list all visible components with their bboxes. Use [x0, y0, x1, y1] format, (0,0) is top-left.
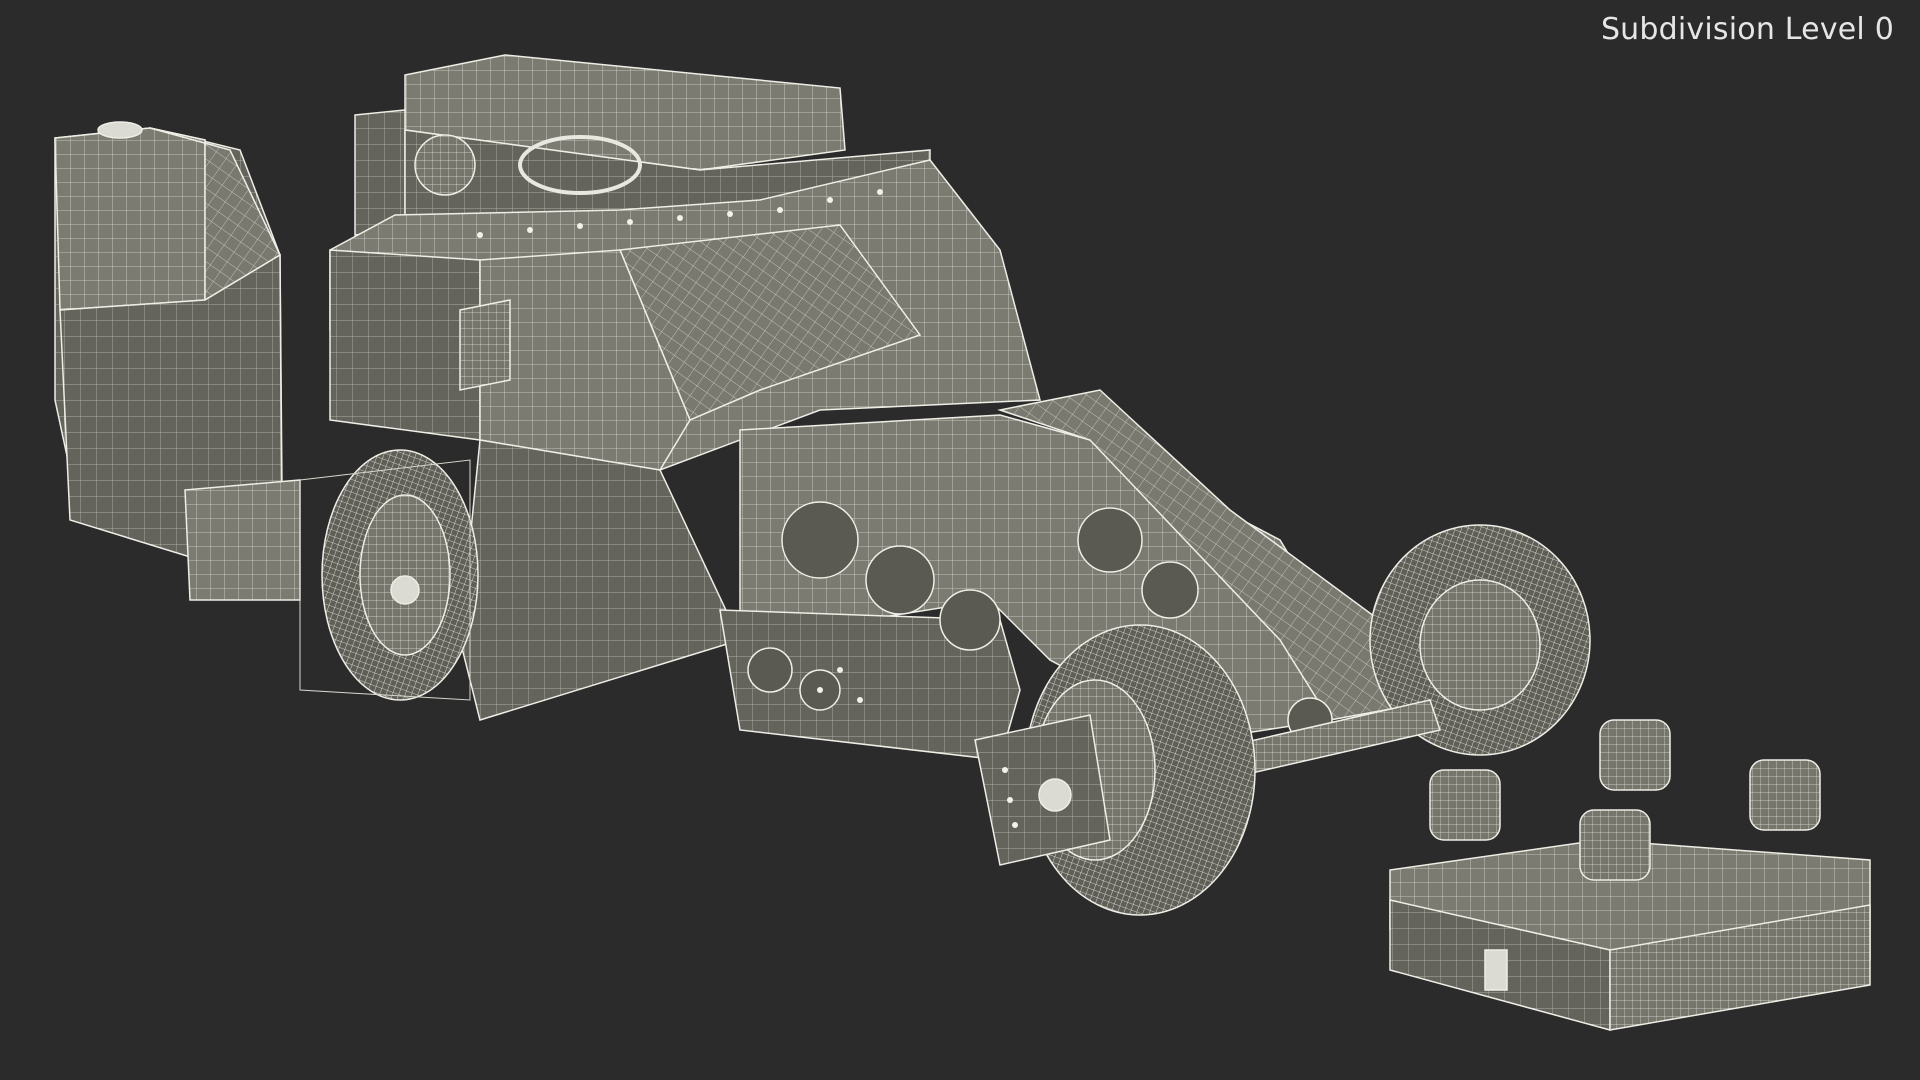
tow-cradle	[1389, 719, 1871, 1031]
3d-viewport[interactable]: Subdivision Level 0	[0, 0, 1920, 1080]
rear-left-wheel	[299, 449, 479, 701]
front-left-wheel	[974, 624, 1256, 916]
wireframe-tug-model	[54, 54, 1871, 1031]
battery-box	[54, 121, 301, 601]
